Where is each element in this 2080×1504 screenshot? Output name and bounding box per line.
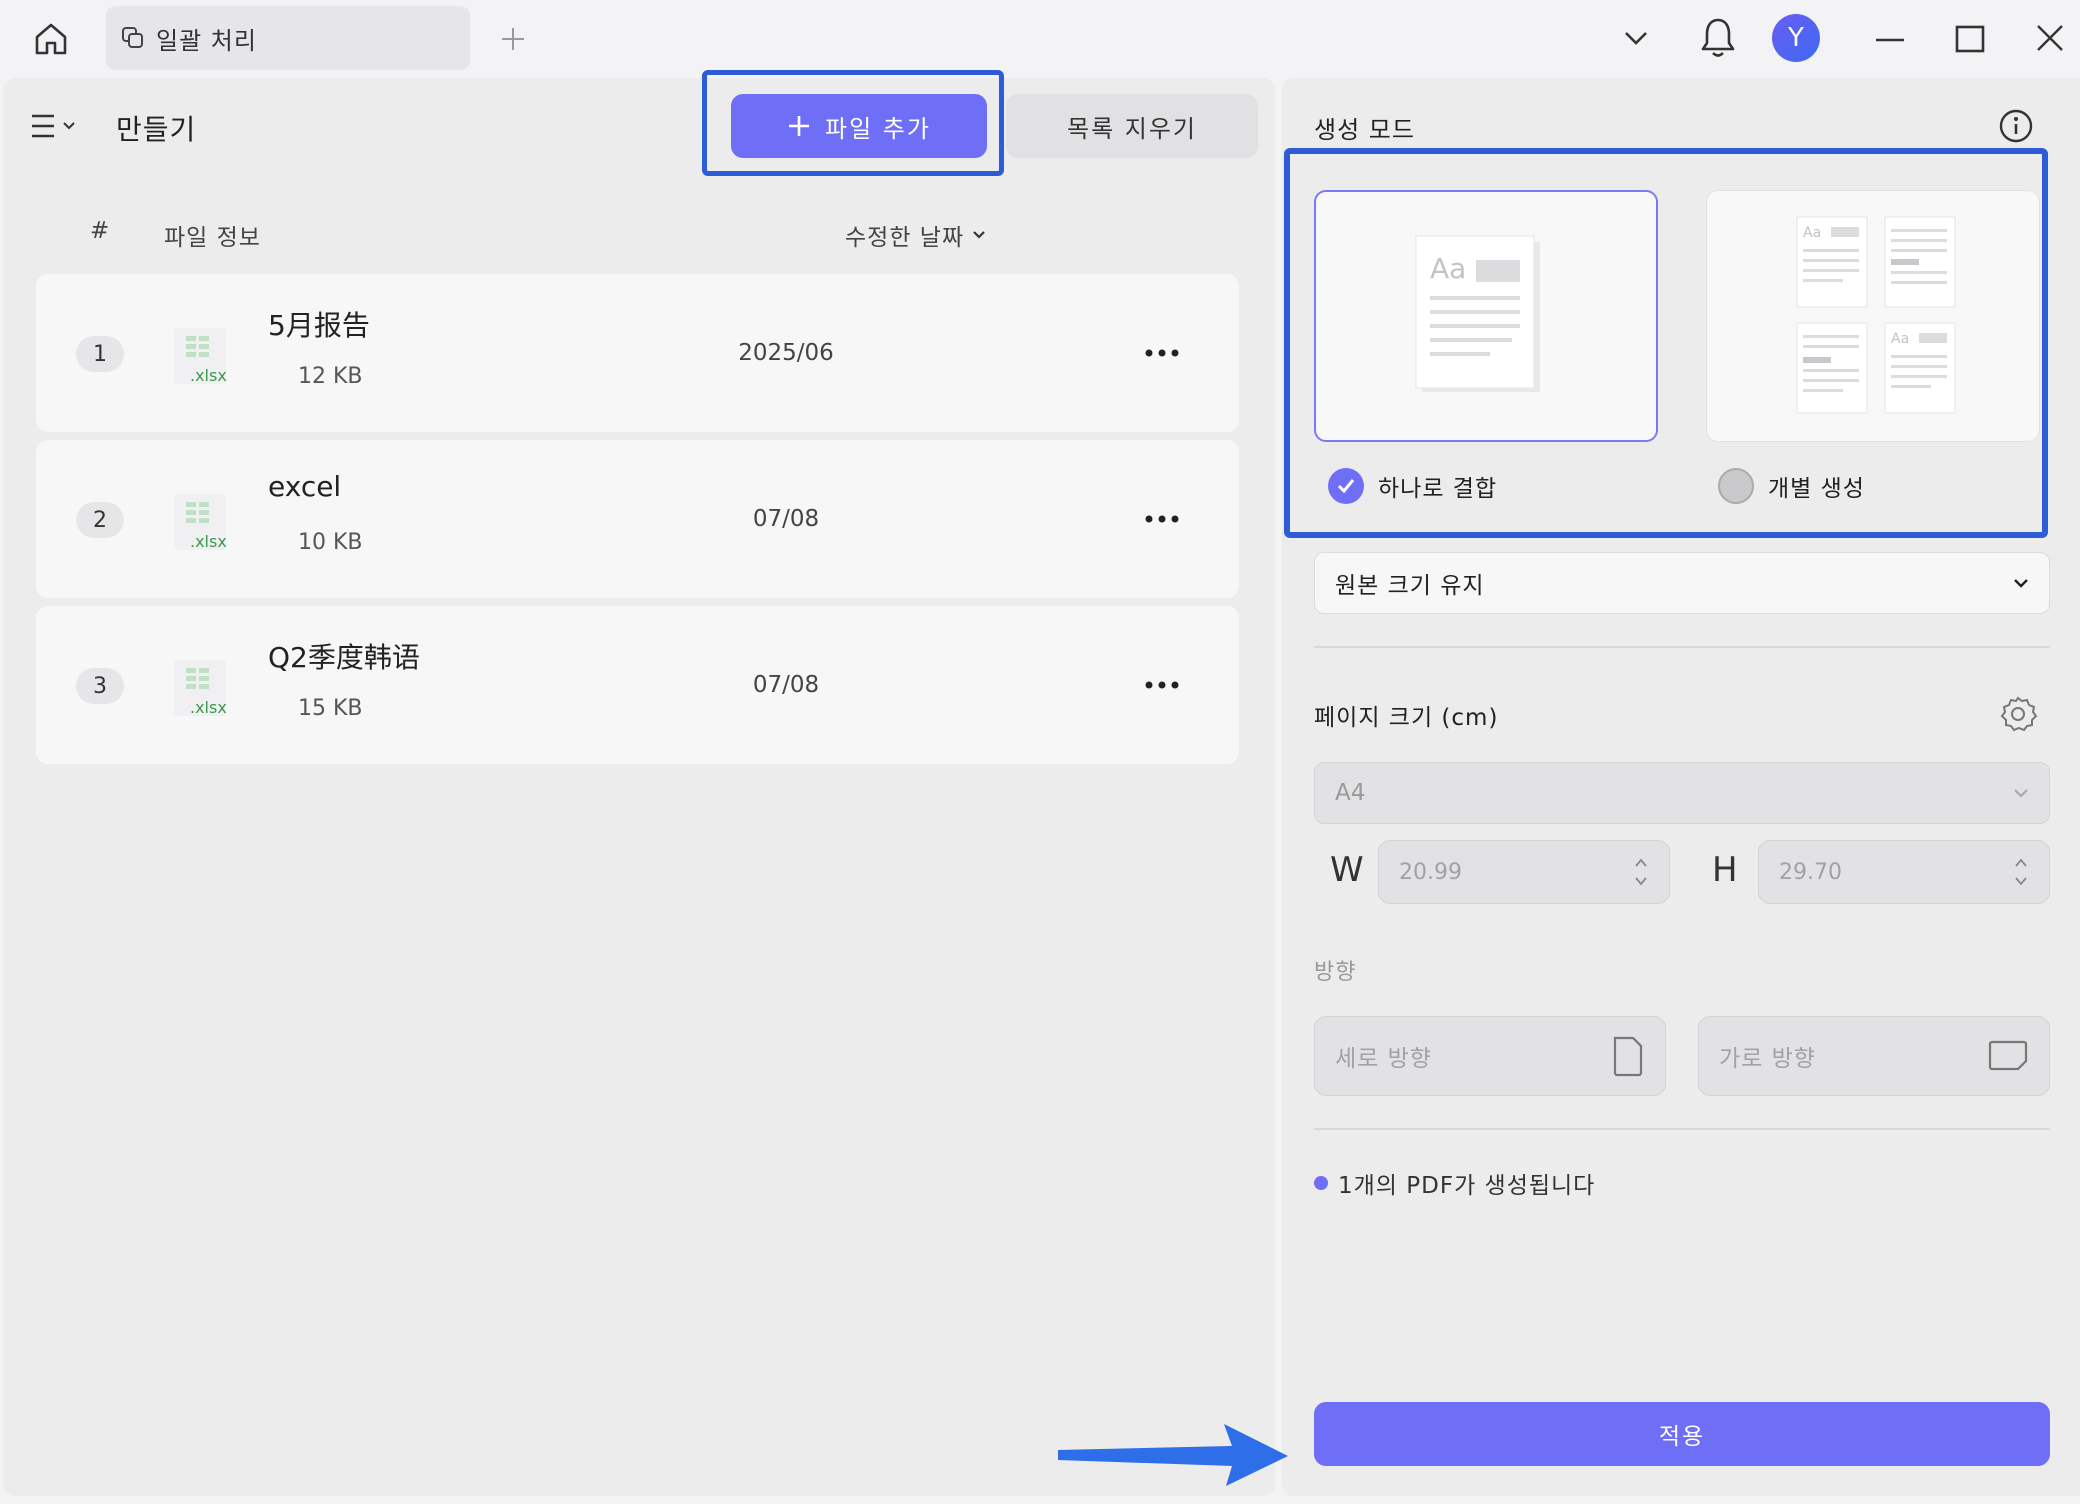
width-value: 20.99 <box>1399 859 1462 885</box>
info-icon[interactable] <box>1998 108 2034 144</box>
chevron-down-icon <box>972 230 986 240</box>
svg-text:Aa: Aa <box>1803 225 1821 241</box>
mode-card-separate[interactable]: Aa Aa <box>1706 190 2040 442</box>
file-extension: .xlsx <box>190 532 227 551</box>
file-date: 07/08 <box>752 672 820 698</box>
size-option-value: 원본 크기 유지 <box>1335 573 1485 599</box>
file-name: 5月报告 <box>268 309 370 342</box>
stepper-icon[interactable] <box>1633 855 1649 889</box>
chevron-down-icon <box>62 121 76 131</box>
size-option-select[interactable]: 원본 크기 유지 <box>1314 552 2050 614</box>
avatar[interactable]: Y <box>1772 14 1820 62</box>
tab-label: 일괄 처리 <box>156 26 257 55</box>
file-name: excel <box>268 470 342 503</box>
tab-batch-process[interactable]: 일괄 처리 <box>106 6 470 70</box>
clear-list-button[interactable]: 목록 지우기 <box>1006 94 1258 158</box>
radio-combine-label: 하나로 결합 <box>1378 476 1498 502</box>
bell-icon[interactable] <box>1696 12 1740 62</box>
file-size: 10 KB <box>298 530 363 555</box>
gear-icon[interactable] <box>1998 694 2038 734</box>
apply-button[interactable]: 적용 <box>1314 1402 2050 1466</box>
page-size-value: A4 <box>1335 780 1366 806</box>
column-header-date-label: 수정한 날짜 <box>845 225 965 251</box>
table-row[interactable]: 2 .xlsx excel 10 KB 07/08 <box>36 440 1239 598</box>
chevron-down-icon <box>2013 788 2029 798</box>
svg-text:Aa: Aa <box>1430 252 1466 285</box>
separate-documents-icon: Aa Aa <box>1796 216 1956 414</box>
radio-separate-label: 개별 생성 <box>1768 476 1865 502</box>
mode-title: 생성 모드 <box>1314 116 1415 144</box>
row-number: 1 <box>76 336 124 372</box>
arrow-indicator-icon <box>1056 1418 1292 1488</box>
file-name: Q2季度韩语 <box>268 641 420 674</box>
file-date: 2025/06 <box>738 340 834 366</box>
radio-unchecked-icon <box>1718 468 1754 504</box>
plus-icon <box>787 114 811 138</box>
svg-text:Aa: Aa <box>1891 331 1909 347</box>
home-icon[interactable] <box>22 10 80 68</box>
width-input[interactable]: 20.99 <box>1378 840 1670 904</box>
stepper-icon[interactable] <box>2013 855 2029 889</box>
portrait-page-icon <box>1611 1035 1645 1077</box>
batch-icon <box>120 25 146 51</box>
combined-document-icon: Aa <box>1415 235 1540 392</box>
menu-button[interactable] <box>30 108 86 144</box>
table-row[interactable]: 1 .xlsx 5月报告 12 KB 2025/06 <box>36 274 1239 432</box>
height-letter: H <box>1712 850 1738 890</box>
check-icon <box>1328 468 1364 504</box>
add-file-label: 파일 추가 <box>825 114 931 143</box>
table-row[interactable]: 3 .xlsx Q2季度韩语 15 KB 07/08 <box>36 606 1239 764</box>
radio-combine[interactable]: 하나로 결합 <box>1328 468 1497 504</box>
add-file-button[interactable]: 파일 추가 <box>731 94 987 158</box>
more-options-icon[interactable] <box>1136 506 1188 532</box>
file-size: 15 KB <box>298 696 363 721</box>
row-number: 3 <box>76 668 124 704</box>
note-text: 1개의 PDF가 생성됩니다 <box>1338 1173 1596 1199</box>
more-options-icon[interactable] <box>1136 340 1188 366</box>
mode-card-combine[interactable]: Aa <box>1314 190 1658 442</box>
hamburger-icon <box>30 112 56 140</box>
close-icon[interactable] <box>2030 18 2070 58</box>
column-header-file-info: 파일 정보 <box>164 225 261 251</box>
column-header-number: # <box>90 218 110 244</box>
width-letter: W <box>1330 850 1364 890</box>
row-number: 2 <box>76 502 124 538</box>
portrait-label: 세로 방향 <box>1335 1046 1432 1072</box>
more-options-icon[interactable] <box>1136 672 1188 698</box>
file-date: 07/08 <box>752 506 820 532</box>
page-size-label: 페이지 크기 (cm) <box>1314 705 1499 731</box>
height-value: 29.70 <box>1779 859 1842 885</box>
divider <box>1314 646 2050 648</box>
height-input[interactable]: 29.70 <box>1758 840 2050 904</box>
portrait-button[interactable]: 세로 방향 <box>1314 1016 1666 1096</box>
file-extension: .xlsx <box>190 366 227 385</box>
column-header-date[interactable]: 수정한 날짜 <box>845 218 986 252</box>
radio-separate[interactable]: 개별 생성 <box>1718 468 1865 504</box>
landscape-label: 가로 방향 <box>1719 1046 1816 1072</box>
note-dot-icon <box>1314 1176 1328 1190</box>
page-size-select[interactable]: A4 <box>1314 762 2050 824</box>
landscape-page-icon <box>1987 1039 2029 1073</box>
maximize-icon[interactable] <box>1950 18 1990 58</box>
chevron-down-icon <box>2013 578 2029 588</box>
landscape-button[interactable]: 가로 방향 <box>1698 1016 2050 1096</box>
divider <box>1314 1128 2050 1130</box>
result-note: 1개의 PDF가 생성됩니다 <box>1314 1166 1595 1200</box>
file-extension: .xlsx <box>190 698 227 717</box>
minimize-icon[interactable] <box>1870 18 1910 58</box>
chevron-down-icon[interactable] <box>1616 18 1656 58</box>
new-tab-icon[interactable] <box>492 18 534 60</box>
file-size: 12 KB <box>298 364 363 389</box>
orientation-label: 방향 <box>1314 960 1357 985</box>
page-title: 만들기 <box>116 113 197 146</box>
